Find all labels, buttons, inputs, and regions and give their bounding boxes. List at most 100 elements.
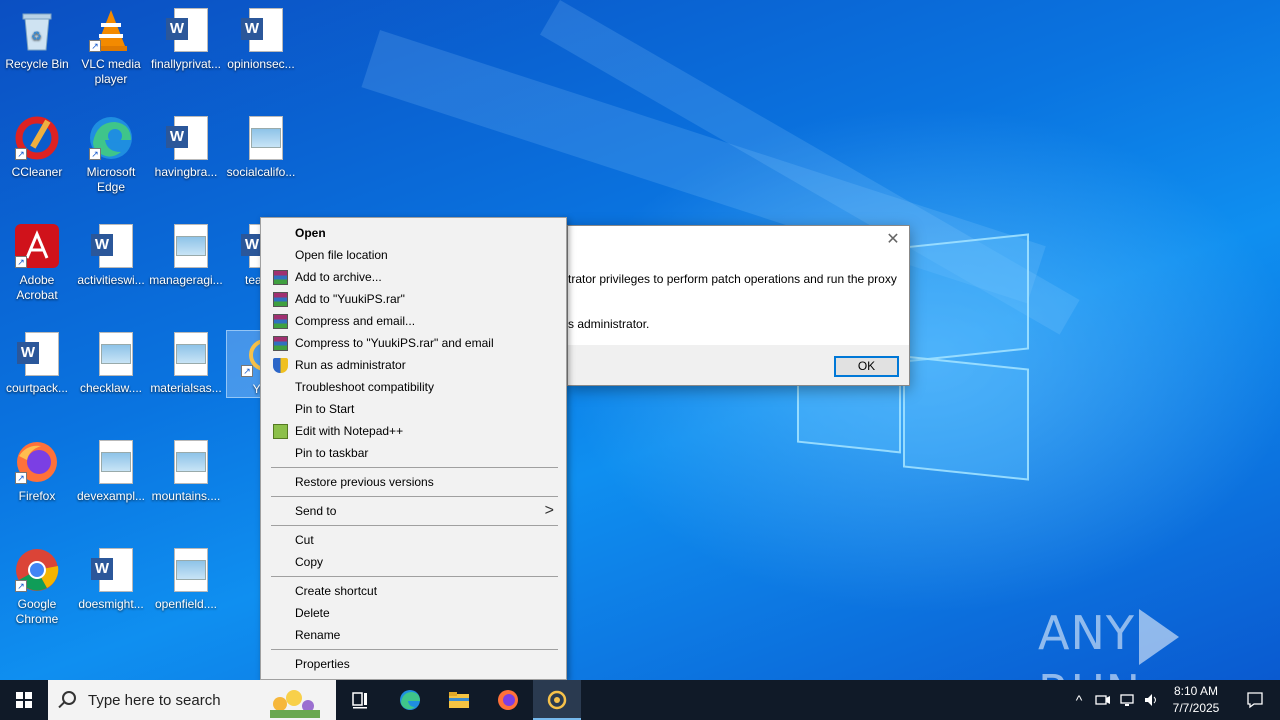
menu-item-delete[interactable]: Delete — [263, 602, 564, 624]
shortcut-arrow-icon: ↗ — [15, 580, 27, 592]
close-icon[interactable]: ✕ — [885, 232, 901, 248]
menu-item-edit-with-notepadpp[interactable]: Edit with Notepad++ — [263, 420, 564, 442]
menu-item-label: Properties — [295, 657, 350, 671]
menu-separator — [271, 496, 558, 497]
desktop-icon-devexampl[interactable]: devexampl... — [74, 438, 148, 504]
shortcut-arrow-icon: ↗ — [241, 365, 253, 377]
desktop-icon-label: Google Chrome — [15, 597, 59, 626]
menu-item-compress-and-email[interactable]: Compress and email... — [263, 310, 564, 332]
task-view-icon — [352, 692, 367, 709]
menu-item-add-to-yuukips-rar[interactable]: Add to "YuukiPS.rar" — [263, 288, 564, 310]
menu-item-label: Troubleshoot compatibility — [295, 380, 434, 394]
menu-item-label: Pin to taskbar — [295, 446, 369, 460]
taskbar-task-view[interactable] — [336, 680, 384, 720]
submenu-arrow-icon: > — [544, 502, 554, 519]
start-button[interactable] — [0, 680, 48, 720]
desktop-icon-label: finallyprivat... — [150, 57, 222, 71]
taskbar-file-explorer[interactable] — [435, 680, 483, 720]
winrar-icon — [273, 336, 288, 351]
svg-text:♻: ♻ — [31, 29, 42, 43]
desktop-icon-adobe-acrobat[interactable]: ↗ Adobe Acrobat — [0, 222, 74, 303]
desktop-icon-activitieswi[interactable]: W activitieswi... — [74, 222, 148, 288]
desktop-icon-opinionsec[interactable]: W opinionsec... — [224, 6, 298, 72]
taskbar-edge[interactable] — [386, 680, 434, 720]
desktop-icon-label: manageragi... — [149, 273, 223, 287]
taskbar-yuukips[interactable] — [533, 680, 581, 720]
menu-item-run-as-administrator[interactable]: Run as administrator — [263, 354, 564, 376]
shortcut-arrow-icon: ↗ — [89, 40, 101, 52]
desktop-icon-openfield[interactable]: openfield.... — [149, 546, 223, 612]
menu-item-open-file-location[interactable]: Open file location — [263, 244, 564, 266]
shortcut-arrow-icon: ↗ — [15, 148, 27, 160]
image-file-icon — [162, 438, 210, 486]
action-center-button[interactable] — [1236, 680, 1274, 720]
menu-item-pin-to-start[interactable]: Pin to Start — [263, 398, 564, 420]
desktop-icon-finallyprivat[interactable]: W finallyprivat... — [149, 6, 223, 72]
menu-item-add-to-archive[interactable]: Add to archive... — [263, 266, 564, 288]
desktop-icon-socialcalifo[interactable]: socialcalifo... — [224, 114, 298, 180]
menu-item-label: Restore previous versions — [295, 475, 434, 489]
winrar-icon — [273, 292, 288, 307]
menu-item-label: Rename — [295, 628, 341, 642]
taskbar-firefox[interactable] — [484, 680, 532, 720]
taskbar: Type here to search ^ 8:10 AM 7/7/2025 — [0, 680, 1280, 720]
desktop-icon-checklaw[interactable]: checklaw.... — [74, 330, 148, 396]
desktop-icon-firefox[interactable]: ↗ Firefox — [0, 438, 74, 504]
image-file-icon — [162, 330, 210, 378]
context-menu: Open Open file location Add to archive..… — [260, 217, 567, 680]
menu-item-rename[interactable]: Rename — [263, 624, 564, 646]
menu-item-send-to[interactable]: Send to > — [263, 500, 564, 522]
menu-item-compress-to-rar-and-email[interactable]: Compress to "YuukiPS.rar" and email — [263, 332, 564, 354]
ok-button[interactable]: OK — [834, 356, 899, 377]
desktop-icon-label: Recycle Bin — [5, 57, 69, 71]
tray-show-hidden-icons[interactable]: ^ — [1068, 680, 1090, 720]
desktop-icon-label: socialcalifo... — [226, 165, 296, 179]
menu-item-troubleshoot-compatibility[interactable]: Troubleshoot compatibility — [263, 376, 564, 398]
desktop-icon-materialsas[interactable]: materialsas... — [149, 330, 223, 396]
desktop-icon-label: doesmight... — [78, 597, 144, 611]
desktop-icon-label: VLC media player — [81, 57, 141, 86]
taskbar-search-box[interactable]: Type here to search — [48, 680, 336, 720]
notepadpp-icon — [273, 424, 288, 439]
desktop-icon-mountains[interactable]: mountains.... — [149, 438, 223, 504]
desktop-icon-recycle-bin[interactable]: ♻ Recycle Bin — [0, 6, 74, 72]
desktop-icon-label: mountains.... — [151, 489, 221, 503]
tray-volume-icon[interactable] — [1140, 680, 1162, 720]
menu-item-label: Open — [295, 226, 326, 240]
image-file-icon — [237, 114, 285, 162]
recycle-bin-icon: ♻ — [13, 6, 61, 54]
menu-separator — [271, 525, 558, 526]
desktop-icon-manageragi[interactable]: manageragi... — [149, 222, 223, 288]
winrar-icon — [273, 314, 288, 329]
menu-item-restore-previous-versions[interactable]: Restore previous versions — [263, 471, 564, 493]
tray-meet-icon[interactable] — [1092, 680, 1114, 720]
taskbar-clock[interactable]: 8:10 AM 7/7/2025 — [1162, 683, 1230, 717]
menu-item-pin-to-taskbar[interactable]: Pin to taskbar — [263, 442, 564, 464]
menu-item-properties[interactable]: Properties — [263, 653, 564, 675]
desktop-icon-label: activitieswi... — [77, 273, 145, 287]
desktop-icon-label: opinionsec... — [227, 57, 295, 71]
menu-item-open[interactable]: Open — [263, 222, 564, 244]
desktop-icon-courtpack[interactable]: W courtpack... — [0, 330, 74, 396]
menu-item-cut[interactable]: Cut — [263, 529, 564, 551]
menu-item-label: Compress to "YuukiPS.rar" and email — [295, 336, 494, 350]
menu-separator — [271, 576, 558, 577]
desktop-icon-google-chrome[interactable]: ↗ Google Chrome — [0, 546, 74, 627]
desktop-icon-label: Adobe Acrobat — [16, 273, 58, 302]
desktop-icon-doesmight[interactable]: W doesmight... — [74, 546, 148, 612]
shortcut-arrow-icon: ↗ — [89, 148, 101, 160]
menu-item-label: Delete — [295, 606, 330, 620]
desktop-icon-havingbra[interactable]: W havingbra... — [149, 114, 223, 180]
search-placeholder: Type here to search — [88, 692, 221, 709]
menu-item-copy[interactable]: Copy — [263, 551, 564, 573]
desktop-icon-label: havingbra... — [154, 165, 218, 179]
menu-item-label: Pin to Start — [295, 402, 355, 416]
desktop-icon-ccleaner[interactable]: ↗ CCleaner — [0, 114, 74, 180]
search-icon — [62, 691, 76, 705]
tray-network-icon[interactable] — [1116, 680, 1138, 720]
desktop-icon-vlc[interactable]: ↗ VLC media player — [74, 6, 148, 87]
menu-item-create-shortcut[interactable]: Create shortcut — [263, 580, 564, 602]
menu-item-label: Cut — [295, 533, 314, 547]
desktop-icon-label: devexampl... — [76, 489, 146, 503]
desktop-icon-microsoft-edge[interactable]: ↗ Microsoft Edge — [74, 114, 148, 195]
